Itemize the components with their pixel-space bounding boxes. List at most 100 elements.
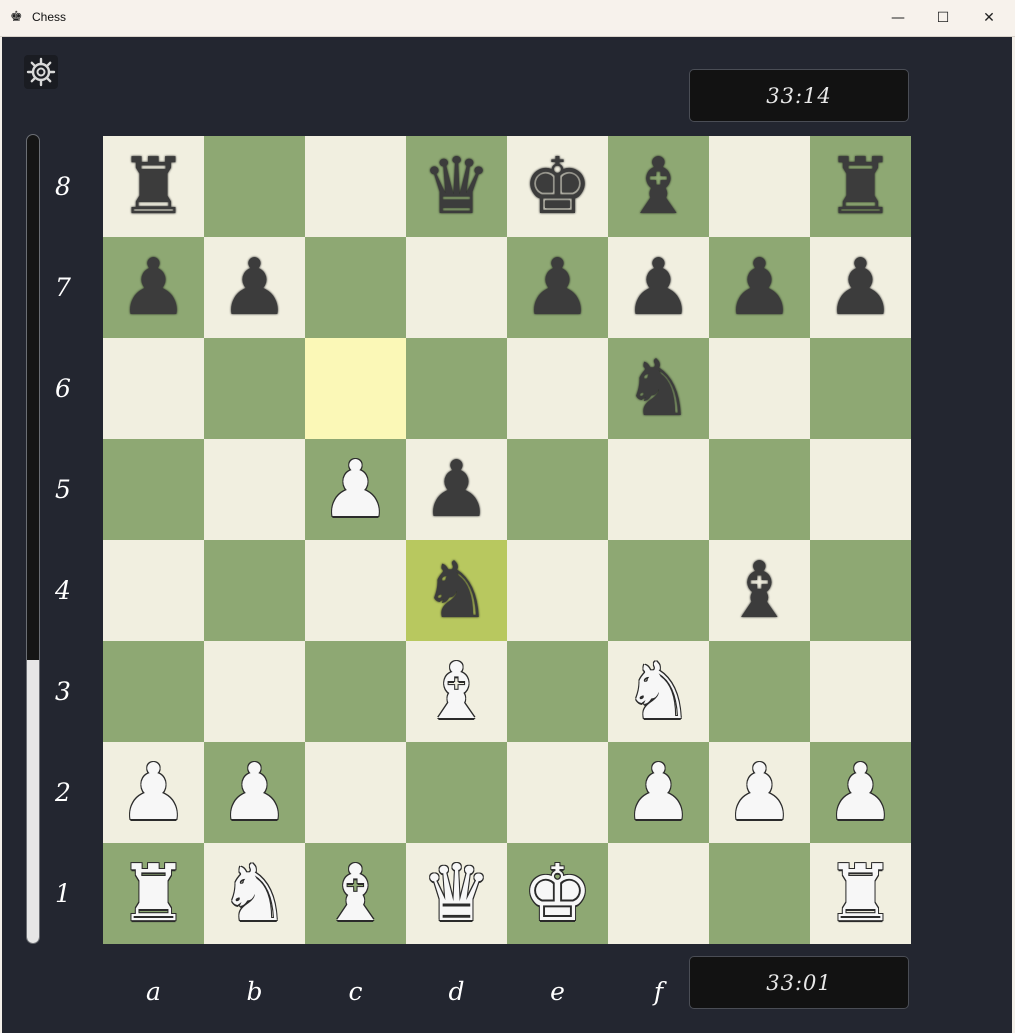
white-pawn-piece[interactable]: ♟ — [220, 754, 290, 832]
square-b1[interactable]: ♞ — [204, 843, 305, 944]
white-pawn-piece[interactable]: ♟ — [119, 754, 189, 832]
square-e1[interactable]: ♚ — [507, 843, 608, 944]
square-b2[interactable]: ♟ — [204, 742, 305, 843]
chess-board[interactable]: ♜ ♛ ♚ ♝ ♜ ♟ ♟ ♟ ♟ ♟ ♟ ♞ ♟ ♟ ♞ ♝ ♝ ♞ ♟ ♟ ♟ ♟ ♟ ♜ ♞ ♝ ♛ ♚ ♜ — [103, 136, 911, 944]
black-rook-piece[interactable]: ♜ — [119, 148, 189, 226]
square-b7[interactable]: ♟ — [204, 237, 305, 338]
square-e4[interactable] — [507, 540, 608, 641]
square-e7[interactable]: ♟ — [507, 237, 608, 338]
white-pawn-piece[interactable]: ♟ — [725, 754, 795, 832]
square-a2[interactable]: ♟ — [103, 742, 204, 843]
square-g1[interactable] — [709, 843, 810, 944]
square-h8[interactable]: ♜ — [810, 136, 911, 237]
black-pawn-piece[interactable]: ♟ — [422, 451, 492, 529]
square-h7[interactable]: ♟ — [810, 237, 911, 338]
square-g3[interactable] — [709, 641, 810, 742]
black-knight-piece[interactable]: ♞ — [422, 552, 492, 630]
square-a5[interactable] — [103, 439, 204, 540]
white-knight-piece[interactable]: ♞ — [220, 855, 290, 933]
square-h6[interactable] — [810, 338, 911, 439]
black-bishop-piece[interactable]: ♝ — [624, 148, 694, 226]
square-c7[interactable] — [305, 237, 406, 338]
square-e3[interactable] — [507, 641, 608, 742]
rank-label: 1 — [55, 879, 71, 908]
white-rook-piece[interactable]: ♜ — [826, 855, 896, 933]
square-g7[interactable]: ♟ — [709, 237, 810, 338]
white-queen-piece[interactable]: ♛ — [422, 855, 492, 933]
square-d5[interactable]: ♟ — [406, 439, 507, 540]
square-d6[interactable] — [406, 338, 507, 439]
black-pawn-piece[interactable]: ♟ — [220, 249, 290, 327]
square-f3[interactable]: ♞ — [608, 641, 709, 742]
square-c4[interactable] — [305, 540, 406, 641]
black-pawn-piece[interactable]: ♟ — [624, 249, 694, 327]
square-h5[interactable] — [810, 439, 911, 540]
square-a1[interactable]: ♜ — [103, 843, 204, 944]
white-knight-piece[interactable]: ♞ — [624, 653, 694, 731]
square-d2[interactable] — [406, 742, 507, 843]
square-b6[interactable] — [204, 338, 305, 439]
square-f8[interactable]: ♝ — [608, 136, 709, 237]
square-a3[interactable] — [103, 641, 204, 742]
square-a6[interactable] — [103, 338, 204, 439]
black-king-piece[interactable]: ♚ — [523, 148, 593, 226]
black-bishop-piece[interactable]: ♝ — [725, 552, 795, 630]
square-f6[interactable]: ♞ — [608, 338, 709, 439]
close-button[interactable]: ✕ — [966, 0, 1012, 36]
square-h3[interactable] — [810, 641, 911, 742]
square-e8[interactable]: ♚ — [507, 136, 608, 237]
square-f1[interactable] — [608, 843, 709, 944]
white-bishop-piece[interactable]: ♝ — [422, 653, 492, 731]
square-b3[interactable] — [204, 641, 305, 742]
white-pawn-piece[interactable]: ♟ — [826, 754, 896, 832]
square-e2[interactable] — [507, 742, 608, 843]
square-h4[interactable] — [810, 540, 911, 641]
black-queen-piece[interactable]: ♛ — [422, 148, 492, 226]
black-pawn-piece[interactable]: ♟ — [725, 249, 795, 327]
square-g2[interactable]: ♟ — [709, 742, 810, 843]
square-g8[interactable] — [709, 136, 810, 237]
square-d8[interactable]: ♛ — [406, 136, 507, 237]
black-pawn-piece[interactable]: ♟ — [119, 249, 189, 327]
square-a7[interactable]: ♟ — [103, 237, 204, 338]
square-f7[interactable]: ♟ — [608, 237, 709, 338]
square-c3[interactable] — [305, 641, 406, 742]
square-f5[interactable] — [608, 439, 709, 540]
square-d4[interactable]: ♞ — [406, 540, 507, 641]
square-c5[interactable]: ♟ — [305, 439, 406, 540]
square-c1[interactable]: ♝ — [305, 843, 406, 944]
white-king-piece[interactable]: ♚ — [523, 855, 593, 933]
minimize-button[interactable]: — — [875, 0, 921, 36]
white-pawn-piece[interactable]: ♟ — [321, 451, 391, 529]
square-b4[interactable] — [204, 540, 305, 641]
maximize-button[interactable]: ☐ — [920, 0, 966, 36]
square-g5[interactable] — [709, 439, 810, 540]
square-c8[interactable] — [305, 136, 406, 237]
square-f4[interactable] — [608, 540, 709, 641]
square-f2[interactable]: ♟ — [608, 742, 709, 843]
square-d3[interactable]: ♝ — [406, 641, 507, 742]
square-h2[interactable]: ♟ — [810, 742, 911, 843]
white-bishop-piece[interactable]: ♝ — [321, 855, 391, 933]
black-rook-piece[interactable]: ♜ — [826, 148, 896, 226]
square-c6[interactable] — [305, 338, 406, 439]
white-pawn-piece[interactable]: ♟ — [624, 754, 694, 832]
square-e5[interactable] — [507, 439, 608, 540]
square-d1[interactable]: ♛ — [406, 843, 507, 944]
black-knight-piece[interactable]: ♞ — [624, 350, 694, 428]
file-label: c — [348, 977, 363, 1006]
black-pawn-piece[interactable]: ♟ — [523, 249, 593, 327]
square-c2[interactable] — [305, 742, 406, 843]
square-d7[interactable] — [406, 237, 507, 338]
square-a4[interactable] — [103, 540, 204, 641]
square-h1[interactable]: ♜ — [810, 843, 911, 944]
white-rook-piece[interactable]: ♜ — [119, 855, 189, 933]
square-b5[interactable] — [204, 439, 305, 540]
square-g6[interactable] — [709, 338, 810, 439]
black-pawn-piece[interactable]: ♟ — [826, 249, 896, 327]
square-b8[interactable] — [204, 136, 305, 237]
square-a8[interactable]: ♜ — [103, 136, 204, 237]
square-e6[interactable] — [507, 338, 608, 439]
square-g4[interactable]: ♝ — [709, 540, 810, 641]
settings-button[interactable] — [24, 55, 58, 89]
